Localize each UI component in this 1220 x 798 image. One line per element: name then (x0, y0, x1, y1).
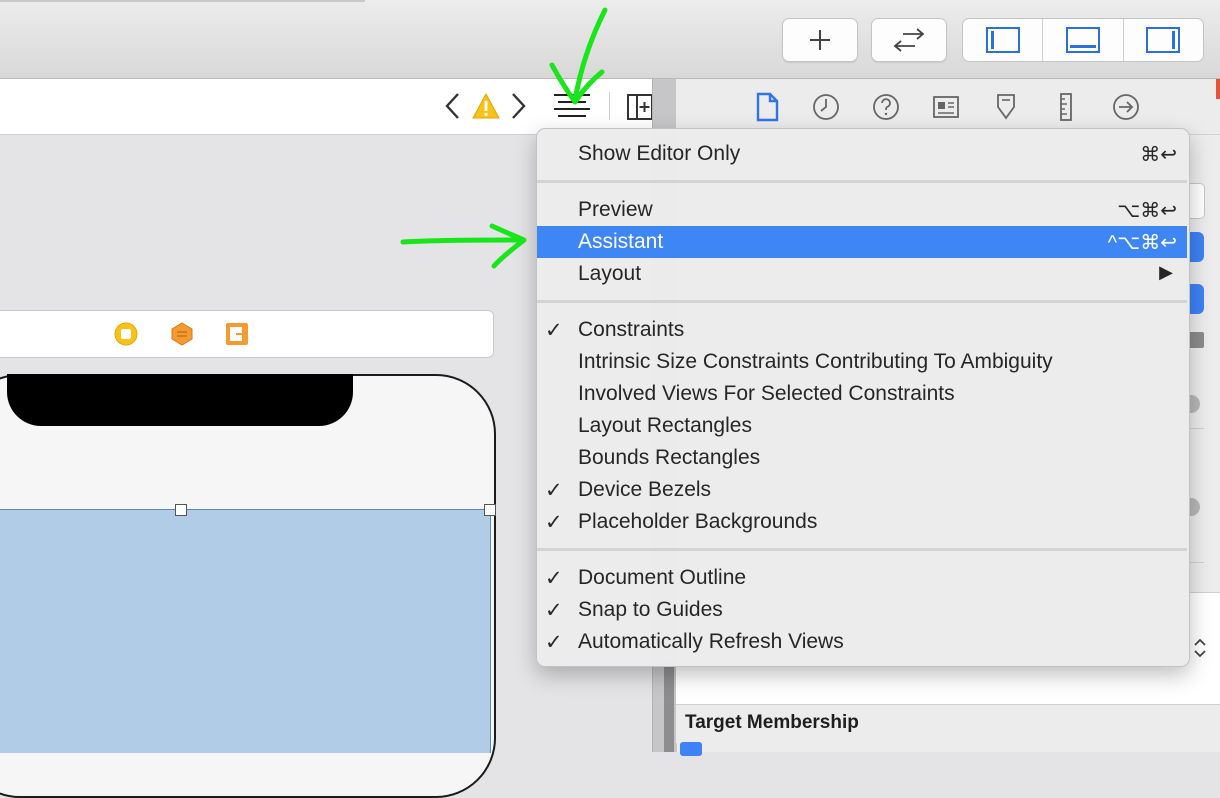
menu-item-label: Preview (578, 198, 653, 221)
menu-item-show-editor-only[interactable]: Show Editor Only ⌘↩ (537, 138, 1187, 170)
menu-item-label: Layout (578, 262, 642, 285)
menu-item-device-bezels[interactable]: ✓ Device Bezels (537, 474, 1187, 506)
tab-identity-inspector[interactable] (931, 92, 961, 122)
size-ruler-icon (1060, 93, 1072, 121)
identity-icon (933, 96, 959, 118)
device-notch (7, 374, 353, 426)
resize-handle-top[interactable] (175, 504, 187, 516)
tab-quick-help[interactable] (871, 92, 901, 122)
chevron-left-icon[interactable] (443, 92, 463, 120)
menu-item-auto-refresh-views[interactable]: ✓ Automatically Refresh Views (537, 626, 1187, 658)
menu-item-label: Layout Rectangles (578, 414, 752, 437)
target-membership-title: Target Membership (685, 712, 859, 733)
swap-arrows-icon (893, 28, 925, 52)
menu-item-snap-to-guides[interactable]: ✓ Snap to Guides (537, 594, 1187, 626)
selected-view[interactable] (0, 509, 491, 753)
menu-item-shortcut: ⌘↩ (1140, 144, 1177, 166)
scroll-indicator (664, 660, 674, 752)
toggle-navigator-button[interactable] (963, 19, 1044, 61)
view-controller-icon[interactable] (113, 321, 139, 347)
attributes-icon (997, 94, 1015, 120)
checkmark-icon: ✓ (545, 511, 563, 534)
help-icon (873, 94, 899, 120)
toggle-debug-area-button[interactable] (1043, 19, 1124, 61)
left-panel-icon (985, 27, 1020, 53)
tab-connections-inspector[interactable] (1111, 92, 1141, 122)
menu-item-layout-rectangles[interactable]: Layout Rectangles (537, 410, 1187, 442)
menu-separator (537, 180, 1187, 183)
menu-item-bounds-rectangles[interactable]: Bounds Rectangles (537, 442, 1187, 474)
window-edge-strip (1216, 79, 1220, 99)
checkmark-icon: ✓ (545, 631, 563, 654)
inspector-divider (1188, 428, 1204, 429)
panel-toggle-group (962, 18, 1204, 62)
target-checkbox[interactable] (680, 742, 702, 756)
bottom-panel-icon (1065, 27, 1100, 53)
checkmark-icon: ✓ (545, 567, 563, 590)
editor-options-icon[interactable] (552, 92, 592, 122)
menu-item-label: Document Outline (578, 566, 747, 589)
stepper-arrows-icon[interactable] (1192, 636, 1208, 660)
menu-item-label: Snap to Guides (578, 598, 723, 621)
menu-item-label: Automatically Refresh Views (578, 630, 844, 653)
tab-file-inspector[interactable] (752, 92, 782, 122)
menu-item-document-outline[interactable]: ✓ Document Outline (537, 562, 1187, 594)
menu-item-shortcut: ^⌥⌘↩ (1107, 232, 1177, 254)
menu-item-label: Show Editor Only (578, 142, 741, 165)
tab-history-inspector[interactable] (811, 92, 841, 122)
menu-item-involved-views[interactable]: Involved Views For Selected Constraints (537, 378, 1187, 410)
submenu-arrow-icon: ▶ (1159, 262, 1173, 282)
menu-item-label: Involved Views For Selected Constraints (578, 382, 955, 405)
menu-item-assistant[interactable]: Assistant ^⌥⌘↩ (537, 226, 1187, 258)
menu-item-label: Placeholder Backgrounds (578, 510, 818, 533)
jumpbar-divider (609, 92, 610, 120)
first-responder-icon[interactable] (169, 321, 195, 347)
resize-handle-top-right[interactable] (484, 504, 496, 516)
menu-item-label: Constraints (578, 318, 685, 341)
menu-item-label: Bounds Rectangles (578, 446, 761, 469)
toolbar-edge (0, 0, 365, 2)
menu-item-constraints[interactable]: ✓ Constraints (537, 314, 1187, 346)
menu-item-placeholder-backgrounds[interactable]: ✓ Placeholder Backgrounds (537, 506, 1187, 538)
right-panel-icon (1146, 27, 1181, 53)
menu-separator (537, 300, 1187, 303)
checkmark-icon: ✓ (545, 479, 563, 502)
clock-icon (813, 94, 839, 120)
checkmark-icon: ✓ (545, 319, 563, 342)
checkmark-icon: ✓ (545, 599, 563, 622)
menu-item-shortcut: ⌥⌘↩ (1117, 200, 1177, 222)
add-icon (810, 30, 830, 50)
menu-item-label: Intrinsic Size Constraints Contributing … (578, 350, 1053, 373)
connections-icon (1113, 94, 1139, 120)
menu-separator (537, 548, 1187, 551)
menu-item-preview[interactable]: Preview ⌥⌘↩ (537, 194, 1187, 226)
menu-item-layout[interactable]: Layout ▶ (537, 258, 1187, 290)
tab-attributes-inspector[interactable] (991, 92, 1021, 122)
code-review-button[interactable] (871, 18, 947, 62)
add-editor-icon[interactable] (625, 92, 655, 122)
file-icon (756, 92, 779, 122)
menu-item-intrinsic-size[interactable]: Intrinsic Size Constraints Contributing … (537, 346, 1187, 378)
tab-size-inspector[interactable] (1051, 92, 1081, 122)
inspector-divider-2 (1188, 562, 1204, 563)
menu-item-label: Device Bezels (578, 478, 712, 501)
toggle-inspector-button[interactable] (1124, 19, 1203, 61)
warning-icon[interactable] (472, 92, 500, 120)
exit-icon[interactable] (224, 321, 250, 347)
chevron-right-icon[interactable] (508, 92, 528, 120)
add-button[interactable] (782, 18, 858, 62)
menu-item-label: Assistant (578, 230, 664, 253)
